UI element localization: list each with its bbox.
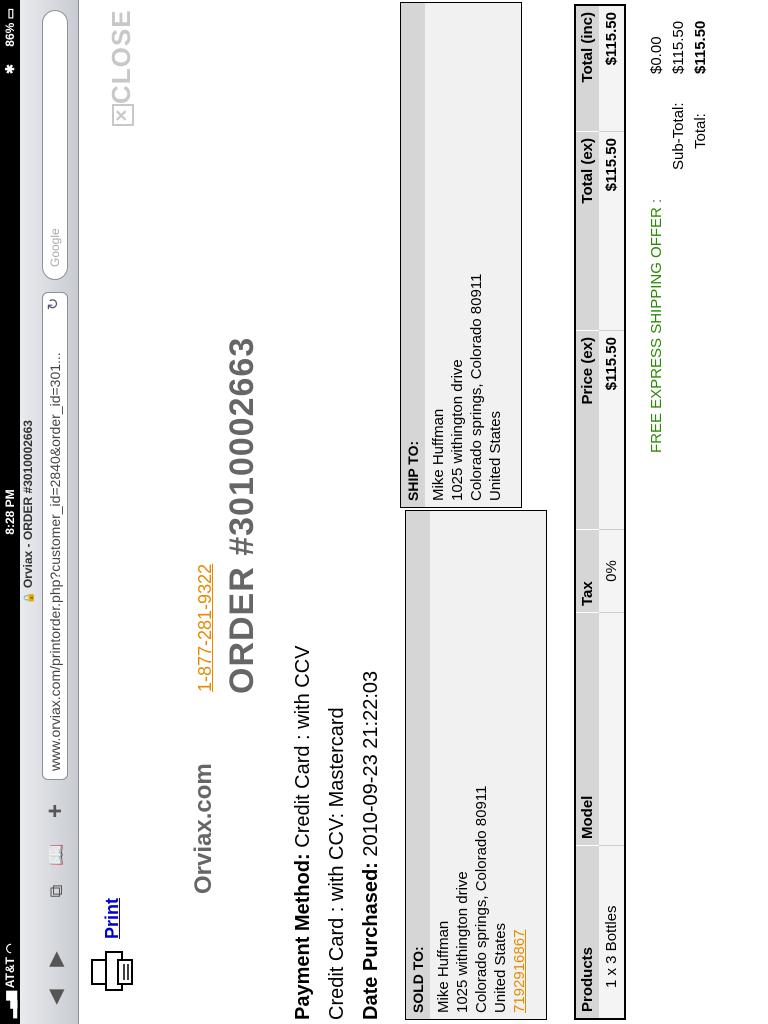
ship-to-address: Mike Huffman 1025 withington drive Color…	[425, 3, 509, 507]
total-inc-cell: $115.50	[599, 5, 625, 132]
reload-icon[interactable]: ↻	[43, 294, 65, 314]
model-cell	[599, 612, 625, 846]
lock-icon: 🔒	[24, 591, 35, 604]
sold-to-phone-link[interactable]: 7192916867	[510, 517, 529, 1013]
order-number: ORDER #3010002663	[223, 336, 261, 694]
bookmarks-button[interactable]: 📖	[42, 842, 70, 868]
payment-method: Payment Method: Credit Card : with CCV	[292, 645, 314, 1020]
back-button[interactable]: ◀	[42, 984, 70, 1010]
battery-indicator: 86% ▭	[3, 8, 17, 47]
site-name: Orviax.com	[190, 763, 217, 894]
add-bookmark-button[interactable]: +	[42, 798, 70, 824]
status-bar: ▂▄▆ AT&T ◠ 8:28 PM ✱ 86% ▭	[0, 0, 20, 1024]
products-table: Products Model Tax Price (ex) Total (ex)…	[574, 4, 626, 1020]
ship-to-box: SHIP TO: Mike Huffman 1025 withington dr…	[400, 2, 522, 508]
browser-toolbar: 🔒 Orviax - ORDER #3010002663 ◀ ▶ ⧉ 📖 + w…	[20, 0, 79, 1024]
column-header: Tax	[575, 529, 599, 613]
shipping-value: $0.00	[648, 36, 665, 74]
column-header: Total (ex)	[575, 131, 599, 331]
table-row: 1 x 3 Bottles 0% $115.50 $115.50 $115.50	[599, 5, 625, 1019]
sold-to-box: SOLD TO: Mike Huffman 1025 withington dr…	[405, 510, 547, 1020]
printer-icon[interactable]	[88, 948, 136, 994]
shipping-row: FREE EXPRESS SHIPPING OFFER :	[648, 198, 665, 453]
order-page: Print ✕CLOSE Orviax.com 1-877-281-9322 O…	[78, 0, 768, 1024]
phone-link[interactable]: 1-877-281-9322	[195, 564, 216, 692]
search-input[interactable]: Google	[42, 10, 68, 280]
column-header: Model	[575, 612, 599, 846]
payment-detail: Credit Card : with CCV: Mastercard	[326, 707, 348, 1020]
forward-button[interactable]: ▶	[42, 946, 70, 972]
product-cell: 1 x 3 Bottles	[599, 845, 625, 1019]
address-bar[interactable]: www.orviax.com/printorder.php?customer_i…	[42, 292, 68, 780]
bluetooth-icon: ✱	[3, 64, 17, 75]
total-ex-cell: $115.50	[599, 131, 625, 331]
subtotal-value: $115.50	[670, 20, 687, 74]
table-header-row: Products Model Tax Price (ex) Total (ex)…	[575, 5, 599, 1019]
sold-to-address: Mike Huffman 1025 withington drive Color…	[430, 511, 533, 1019]
price-ex-cell: $115.50	[599, 330, 625, 530]
date-purchased: Date Purchased: 2010-09-23 21:22:03	[360, 670, 382, 1020]
column-header: Total (inc)	[575, 5, 599, 132]
battery-icon: ▭	[3, 8, 17, 20]
clock: 8:28 PM	[3, 489, 17, 535]
page-title: 🔒 Orviax - ORDER #3010002663	[21, 420, 35, 604]
rotated-screen: ▂▄▆ AT&T ◠ 8:28 PM ✱ 86% ▭ 🔒 Orviax - OR…	[0, 0, 768, 1024]
total-label: Total:	[692, 113, 709, 149]
subtotal-label: Sub-Total:	[670, 102, 687, 170]
close-icon: ✕	[112, 104, 135, 126]
total-value: $115.50	[692, 20, 709, 74]
ship-to-title: SHIP TO:	[401, 3, 425, 507]
column-header: Products	[575, 845, 599, 1019]
tax-cell: 0%	[599, 529, 625, 613]
sold-to-title: SOLD TO:	[406, 511, 430, 1019]
pages-button[interactable]: ⧉	[42, 878, 70, 904]
close-button[interactable]: ✕CLOSE	[106, 9, 137, 126]
column-header: Price (ex)	[575, 330, 599, 530]
print-link[interactable]: Print	[102, 898, 123, 939]
